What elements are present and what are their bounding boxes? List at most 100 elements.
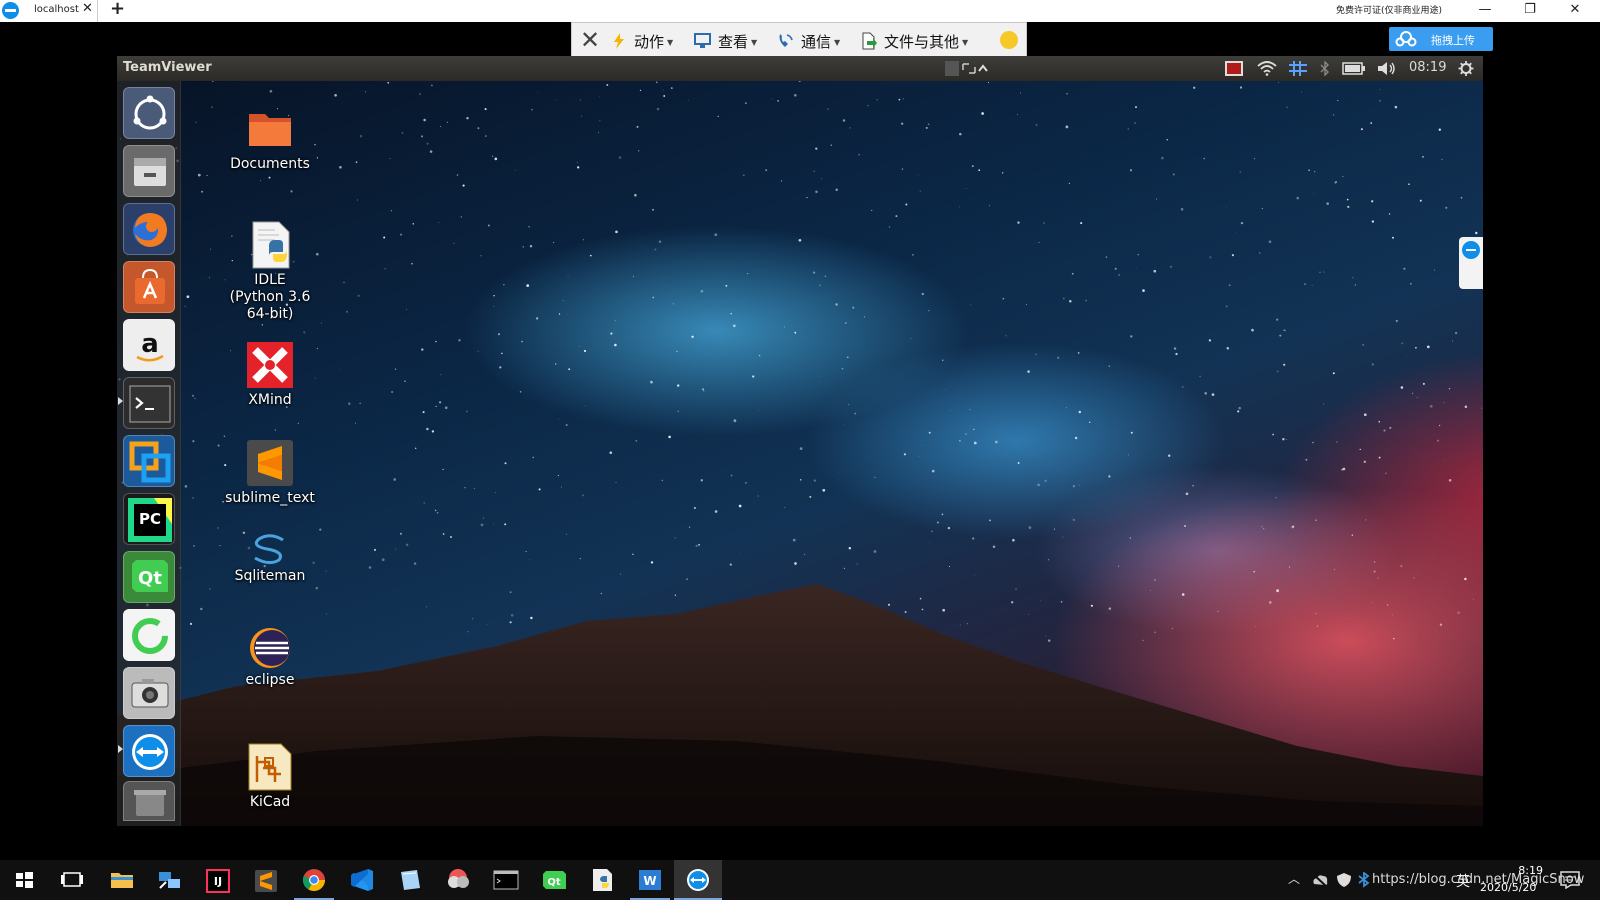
launcher-dash[interactable] [123, 87, 175, 139]
launcher-teamviewer[interactable] [123, 725, 175, 777]
star [553, 242, 555, 244]
actions-menu[interactable]: 动作 ▼ [610, 31, 673, 52]
panel-clock[interactable]: 08:19 [1409, 60, 1446, 75]
launcher-firefox[interactable] [123, 203, 175, 255]
launcher-pycharm[interactable]: PC [123, 493, 175, 545]
desktop-icon-documents[interactable]: Documents [215, 104, 325, 173]
star [579, 557, 582, 560]
teamviewer-taskbar-icon[interactable] [674, 860, 722, 900]
sublime-text-icon[interactable] [242, 860, 290, 900]
file-explorer-icon[interactable] [98, 860, 146, 900]
star [1173, 347, 1177, 350]
launcher-amazon[interactable]: a [123, 319, 175, 371]
launcher-files[interactable] [123, 145, 175, 197]
star [798, 81, 801, 83]
bluetooth-icon[interactable] [1357, 872, 1371, 888]
network-app-icon[interactable] [146, 860, 194, 900]
volume-icon[interactable] [1377, 61, 1397, 76]
star [480, 523, 484, 527]
tab-close-icon[interactable]: ✕ [82, 1, 93, 16]
chrome-icon[interactable] [290, 860, 338, 900]
notification-center-icon[interactable] [1560, 871, 1580, 889]
teamviewer-side-panel[interactable] [1459, 237, 1483, 289]
minimize-icon[interactable]: — [1465, 0, 1505, 22]
desktop-icon-kicad[interactable]: KiCad [215, 742, 325, 811]
launcher-qtdesigner[interactable] [123, 609, 175, 661]
window-title: TeamViewer [123, 60, 212, 75]
star [401, 132, 404, 134]
view-menu[interactable]: 查看 ▼ [694, 31, 757, 52]
star [1025, 304, 1027, 305]
ime-language-indicator[interactable]: 英 [1456, 871, 1470, 891]
shield-icon[interactable] [1336, 872, 1352, 888]
show-hidden-icons-chevron-icon[interactable]: ︿ [1288, 870, 1300, 887]
star [1410, 283, 1412, 285]
command-prompt-icon[interactable] [482, 860, 530, 900]
window-close-icon[interactable]: ✕ [1555, 0, 1595, 22]
star [1342, 175, 1344, 177]
restore-icon[interactable]: ❐ [1510, 0, 1550, 22]
communicate-menu[interactable]: 通信 ▼ [777, 31, 840, 52]
star [1069, 300, 1072, 303]
star [1333, 114, 1335, 116]
new-tab-plus-icon[interactable]: + [110, 0, 125, 19]
star [290, 190, 293, 193]
star [813, 479, 816, 482]
taskbar-date[interactable]: 2020/5/20 [1480, 881, 1536, 894]
star [442, 468, 444, 471]
launcher-terminal[interactable] [123, 377, 175, 429]
feedback-smiley-icon[interactable] [1000, 31, 1018, 49]
python-file-icon[interactable] [578, 860, 626, 900]
desktop-icon-eclipse[interactable]: eclipse [215, 626, 325, 689]
star [359, 402, 361, 404]
star [742, 174, 745, 177]
star [585, 405, 586, 407]
star [412, 223, 415, 225]
battery-icon[interactable] [1342, 61, 1366, 76]
launcher-qtcreator[interactable]: Qt [123, 551, 175, 603]
bluetooth-icon[interactable] [1319, 61, 1331, 76]
launcher-camera[interactable] [123, 667, 175, 719]
gear-icon[interactable] [1457, 61, 1475, 76]
launcher-software[interactable] [123, 261, 175, 313]
desktop-icon-sqliteman[interactable]: Sqliteman [215, 532, 325, 585]
drag-upload-button[interactable]: 拖拽上传 [1389, 27, 1493, 51]
qt-creator-icon: Qt [132, 560, 168, 592]
task-view-icon[interactable] [48, 860, 96, 900]
star [484, 108, 487, 111]
desktop-icon-idle[interactable]: IDLE (Python 3.6 64-bit) [215, 220, 325, 323]
star [1360, 128, 1363, 131]
record-icon[interactable] [1224, 61, 1244, 76]
word-app-icon[interactable]: W [626, 860, 674, 900]
tab-localhost[interactable]: localhost ✕ [22, 0, 98, 22]
star [1259, 252, 1261, 254]
intellij-icon[interactable]: IJ [194, 860, 242, 900]
windows-start-icon[interactable] [0, 860, 48, 900]
notes-app-icon[interactable] [386, 860, 434, 900]
desktop-icon-xmind[interactable]: XMind [215, 340, 325, 409]
wifi-icon[interactable] [1257, 61, 1277, 76]
star [950, 410, 951, 411]
files-extras-menu[interactable]: 文件与其他 ▼ [860, 31, 968, 52]
remote-toolbar-handle-icon[interactable] [945, 61, 989, 76]
star [497, 333, 501, 336]
launcher-trash[interactable] [123, 781, 175, 821]
desktop-icon-sublime[interactable]: sublime_text [215, 438, 325, 507]
windows-taskbar: IJ Qt W ︿ https://blog.csdn.net/MagicSno… [0, 860, 1600, 900]
cloud-off-icon[interactable] [1311, 872, 1329, 888]
taskbar-time[interactable]: 8:19 [1497, 864, 1543, 877]
star [1422, 382, 1425, 385]
close-session-icon[interactable]: ✕ [580, 28, 600, 52]
keyboard-layout-icon[interactable] [1289, 61, 1307, 76]
launcher-virtualbox[interactable] [123, 435, 175, 487]
star [1438, 424, 1441, 427]
star [1406, 354, 1408, 356]
star [261, 324, 263, 326]
vscode-icon[interactable] [338, 860, 386, 900]
qt-creator-icon[interactable]: Qt [530, 860, 578, 900]
star [1057, 356, 1060, 359]
teamviewer-logo-icon [2, 2, 19, 19]
star [1371, 220, 1375, 223]
cloud-app-icon[interactable] [434, 860, 482, 900]
star [192, 440, 195, 443]
